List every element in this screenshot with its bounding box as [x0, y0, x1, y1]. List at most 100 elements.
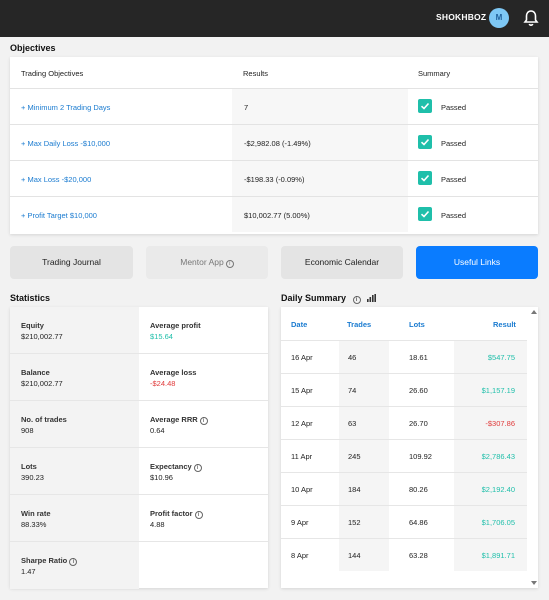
economic-calendar-label: Economic Calendar — [304, 257, 380, 267]
table-row: 8 Apr 144 63.28 $1,891.71 — [281, 538, 527, 571]
cell-trades: 152 — [348, 518, 361, 527]
cell-date: 16 Apr — [291, 353, 313, 362]
daily-summary-table: Date Trades Lots Result 16 Apr 46 18.61 … — [281, 307, 538, 588]
stat-sharpe-ratio: Sharpe Ratio i 1.47 — [10, 542, 139, 589]
check-icon — [418, 99, 432, 113]
statistics-title: Statistics — [10, 293, 51, 303]
top-bar: SHOKHBOZ M — [0, 0, 549, 37]
stat-label: Sharpe Ratio i — [21, 556, 78, 566]
cell-trades: 245 — [348, 452, 361, 461]
cell-trades: 63 — [348, 419, 357, 428]
stat-label-text: Profit factor — [150, 509, 193, 518]
stat-label: Lots — [21, 462, 37, 471]
objective-name[interactable]: + Profit Target $10,000 — [21, 211, 97, 220]
stat-expectancy: Expectancy i $10.96 — [139, 448, 268, 495]
table-row: 10 Apr 184 80.26 $2,192.40 — [281, 472, 527, 505]
objective-row: + Max Loss -$20,000 -$198.33 (-0.09%) Pa… — [10, 161, 538, 197]
objective-row: + Minimum 2 Trading Days 7 Passed — [10, 89, 538, 125]
col-date[interactable]: Date — [291, 320, 307, 329]
check-icon — [418, 207, 432, 221]
objectives-header: Trading Objectives Results Summary — [10, 57, 538, 89]
scroll-up-arrow-icon[interactable] — [531, 310, 537, 314]
cell-result: $1,706.05 — [481, 518, 515, 527]
info-icon[interactable]: i — [69, 558, 78, 566]
avatar[interactable]: M — [489, 8, 509, 28]
cell-lots: 80.26 — [409, 485, 428, 494]
result-value: -$198.33 (-0.09%) — [244, 175, 305, 184]
stat-label: Average loss — [150, 368, 197, 377]
objective-summary: Passed — [441, 139, 467, 148]
stat-label: Average profit — [150, 321, 201, 330]
objective-name[interactable]: + Minimum 2 Trading Days — [21, 103, 110, 112]
cell-result: $1,891.71 — [481, 551, 515, 560]
col-lots[interactable]: Lots — [409, 320, 425, 329]
stat-value: 1.47 — [21, 567, 36, 576]
stat-label: Profit factor i — [150, 509, 203, 519]
objective-result: -$2,982.08 (-1.49%) — [232, 125, 408, 160]
cell-lots: 18.61 — [409, 353, 428, 362]
objective-result: $10,002.77 (5.00%) — [232, 197, 408, 232]
check-icon — [418, 135, 432, 149]
scrollbar[interactable] — [528, 307, 538, 588]
stat-value: 390.23 — [21, 473, 44, 482]
objective-summary: Passed — [441, 175, 467, 184]
mentor-app-label: Mentor App — [180, 257, 224, 267]
col-summary: Summary — [418, 69, 451, 78]
result-value: -$2,982.08 (-1.49%) — [244, 139, 311, 148]
stat-value: $210,002.77 — [21, 379, 63, 388]
cell-trades: 74 — [348, 386, 357, 395]
cell-trades: 184 — [348, 485, 361, 494]
cell-lots: 26.70 — [409, 419, 428, 428]
economic-calendar-button[interactable]: Economic Calendar — [281, 246, 403, 279]
mentor-app-button[interactable]: Mentor App i — [146, 246, 268, 279]
info-icon[interactable]: i — [352, 296, 361, 304]
stat-value: 88.33% — [21, 520, 47, 529]
objective-result: 7 — [232, 89, 408, 124]
info-icon: i — [225, 260, 234, 268]
cell-date: 10 Apr — [291, 485, 313, 494]
bell-icon[interactable] — [523, 9, 539, 27]
info-icon[interactable]: i — [193, 464, 202, 472]
trading-journal-button[interactable]: Trading Journal — [10, 246, 133, 279]
check-icon — [418, 171, 432, 185]
cell-trades: 46 — [348, 353, 357, 362]
result-value: $10,002.77 (5.00%) — [244, 211, 310, 220]
table-row: 15 Apr 74 26.60 $1,157.19 — [281, 373, 527, 406]
daily-summary-title: Daily Summary i — [281, 293, 377, 304]
info-icon[interactable]: i — [194, 511, 203, 519]
stat-average-loss: Average loss -$24.48 — [139, 354, 268, 401]
trading-journal-label: Trading Journal — [42, 257, 101, 267]
cell-lots: 109.92 — [409, 452, 432, 461]
result-value: 7 — [244, 103, 249, 112]
cell-result: $547.75 — [487, 353, 515, 362]
stat-lots: Lots 390.23 — [10, 448, 139, 495]
table-row: 12 Apr 63 26.70 -$307.86 — [281, 406, 527, 439]
objective-row: + Profit Target $10,000 $10,002.77 (5.00… — [10, 197, 538, 233]
stat-label: Equity — [21, 321, 44, 330]
stat-label: Win rate — [21, 509, 51, 518]
col-trades[interactable]: Trades — [347, 320, 371, 329]
objective-name[interactable]: + Max Daily Loss -$10,000 — [21, 139, 110, 148]
useful-links-button[interactable]: Useful Links — [416, 246, 538, 279]
cell-lots: 64.86 — [409, 518, 428, 527]
stat-value: -$24.48 — [150, 379, 176, 388]
info-icon[interactable]: i — [199, 417, 208, 425]
cell-result: $2,786.43 — [481, 452, 515, 461]
cell-date: 9 Apr — [291, 518, 309, 527]
cell-date: 11 Apr — [291, 452, 313, 461]
stat-label: No. of trades — [21, 415, 67, 424]
objective-summary: Passed — [441, 211, 467, 220]
col-result[interactable]: Result — [493, 320, 516, 329]
objective-name[interactable]: + Max Loss -$20,000 — [21, 175, 91, 184]
bar-chart-icon[interactable] — [367, 294, 377, 302]
username[interactable]: SHOKHBOZ — [436, 12, 486, 22]
table-row: 11 Apr 245 109.92 $2,786.43 — [281, 439, 527, 472]
cell-lots: 26.60 — [409, 386, 428, 395]
stat-no-of-trades: No. of trades 908 — [10, 401, 139, 448]
useful-links-label: Useful Links — [453, 257, 501, 267]
stat-label-text: Expectancy — [150, 462, 192, 471]
scroll-down-arrow-icon[interactable] — [531, 581, 537, 585]
stat-label: Balance — [21, 368, 50, 377]
stat-label: Average RRR i — [150, 415, 208, 425]
cell-date: 8 Apr — [291, 551, 309, 560]
